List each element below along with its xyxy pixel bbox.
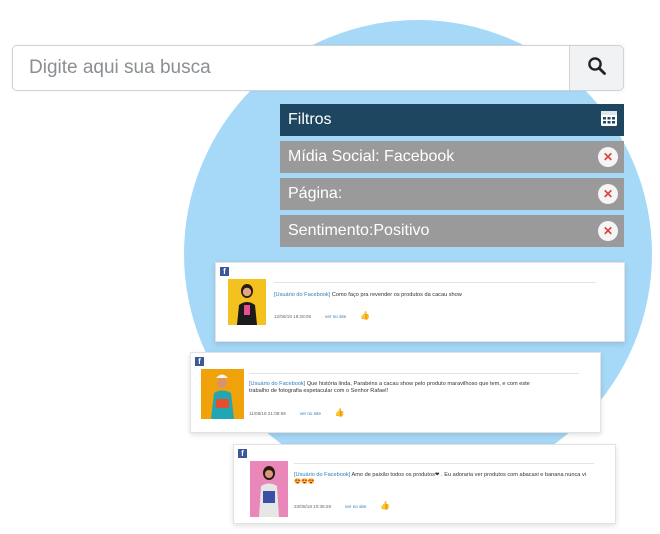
thumbs-up-icon: 👍 [360,311,371,320]
post-meta: 11/08/18 21:08:59 ver no site 👍 [249,409,345,417]
facebook-icon: f [238,449,247,458]
post-text: [Usuário do Facebook] Como faço pra reve… [274,292,604,299]
search-input[interactable] [12,45,569,91]
post-card: f [Usuário do Facebook] Como faço pra re… [215,262,625,342]
filters-title: Filtros [288,111,332,128]
post-message: Como faço pra revender os produtos da ca… [330,292,462,298]
post-author[interactable]: [Usuário do Facebook] [249,381,305,387]
post-meta: 12/08/18 18:28:08 ver no site 👍 [274,312,370,320]
post-image [228,279,266,325]
thumbs-up-icon: 👍 [334,408,345,417]
post-author[interactable]: [Usuário do Facebook] [294,472,350,478]
post-author[interactable]: [Usuário do Facebook] [274,292,330,298]
post-date: 23/08/18 10:36:28 [294,503,332,509]
post-image [250,461,288,517]
search-icon [587,56,607,81]
close-icon[interactable]: ✕ [598,184,618,204]
post-card: f [Usuário do Facebook] Que história lin… [190,352,601,433]
post-card: f [Usuário do Facebook] Amo de paixão to… [233,444,616,524]
view-on-site-link[interactable]: ver no site [345,504,366,509]
filter-chip-sentimento: Sentimento:Positivo ✕ [280,215,624,247]
search-bar [12,45,624,91]
post-date: 11/08/18 21:08:59 [249,410,286,416]
filter-chip-midia-social: Mídia Social: Facebook ✕ [280,141,624,173]
divider [294,463,594,464]
filter-chip-pagina: Página: ✕ [280,178,624,210]
post-text: [Usuário do Facebook] Amo de paixão todo… [294,472,594,486]
thumbs-up-icon: 👍 [380,501,391,510]
close-icon[interactable]: ✕ [598,147,618,167]
filter-label: Sentimento:Positivo [288,222,430,239]
facebook-icon: f [220,267,229,276]
post-meta: 23/08/18 10:36:28 ver no site 👍 [294,502,390,510]
view-on-site-link[interactable]: ver no site [325,314,346,319]
facebook-icon: f [195,357,204,366]
search-button[interactable] [569,45,624,91]
divider [274,282,596,283]
filters-header: Filtros [280,104,624,136]
filters-panel: Filtros Mídia Social: Facebook ✕ Página:… [280,104,624,252]
divider [249,373,579,374]
post-date: 12/08/18 18:28:08 [274,313,312,319]
post-text: [Usuário do Facebook] Que história linda… [249,381,549,395]
filter-label: Mídia Social: Facebook [288,148,455,165]
filter-label: Página: [288,185,343,202]
view-on-site-link[interactable]: ver no site [300,411,321,416]
calendar-icon[interactable] [600,109,618,132]
close-icon[interactable]: ✕ [598,221,618,241]
post-image [201,369,244,419]
